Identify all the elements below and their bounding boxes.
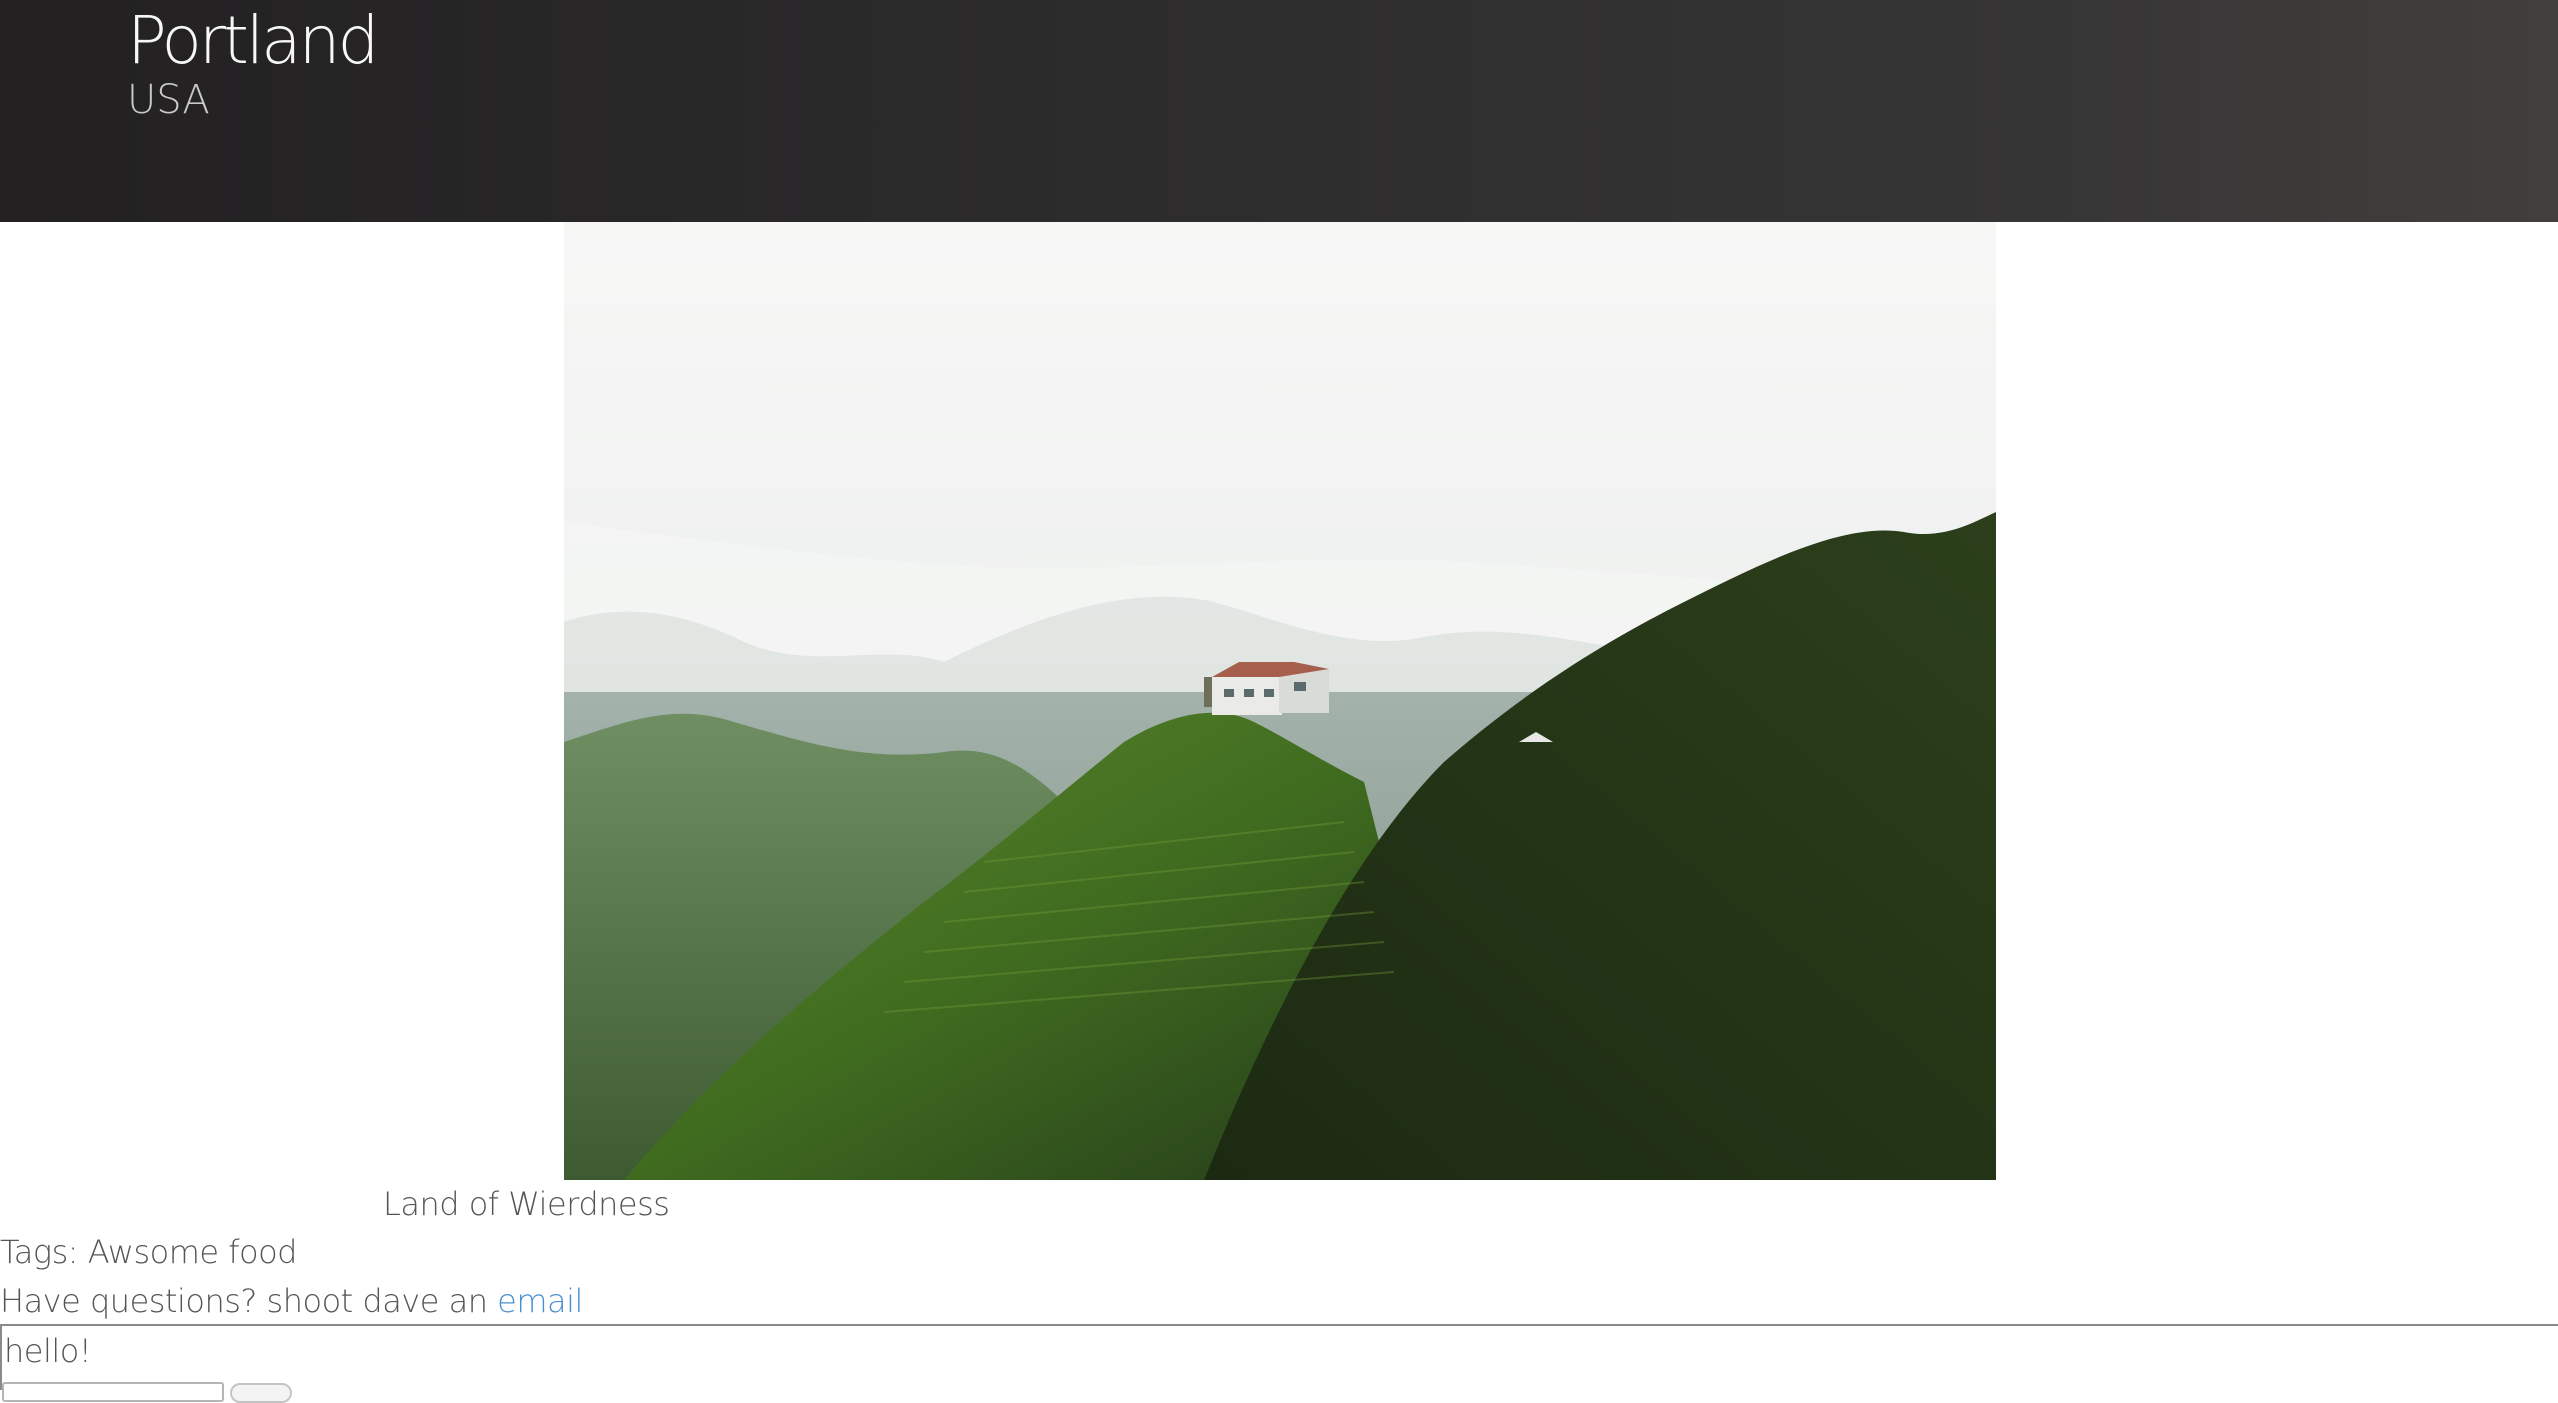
landscape-photo bbox=[564, 222, 1996, 1180]
tag-value: Awsome food bbox=[87, 1233, 298, 1271]
tags-label: Tags: bbox=[0, 1233, 79, 1271]
comment-submit-button[interactable] bbox=[230, 1383, 292, 1403]
email-link[interactable]: email bbox=[497, 1282, 583, 1320]
photo-caption: Land of Wierdness bbox=[383, 1185, 670, 1223]
contact-line: Have questions? shoot dave an email bbox=[0, 1278, 583, 1324]
city-title: Portland bbox=[127, 2, 379, 79]
tags-line: Tags: Awsome food bbox=[0, 1229, 297, 1275]
page-header: Portland USA bbox=[0, 0, 2558, 222]
comment-text: hello! bbox=[4, 1332, 92, 1370]
country-subtitle: USA bbox=[127, 77, 210, 123]
comments-section: hello! bbox=[0, 1326, 2558, 1403]
contact-text: Have questions? shoot dave an bbox=[0, 1282, 488, 1320]
comment-input[interactable] bbox=[2, 1382, 224, 1402]
